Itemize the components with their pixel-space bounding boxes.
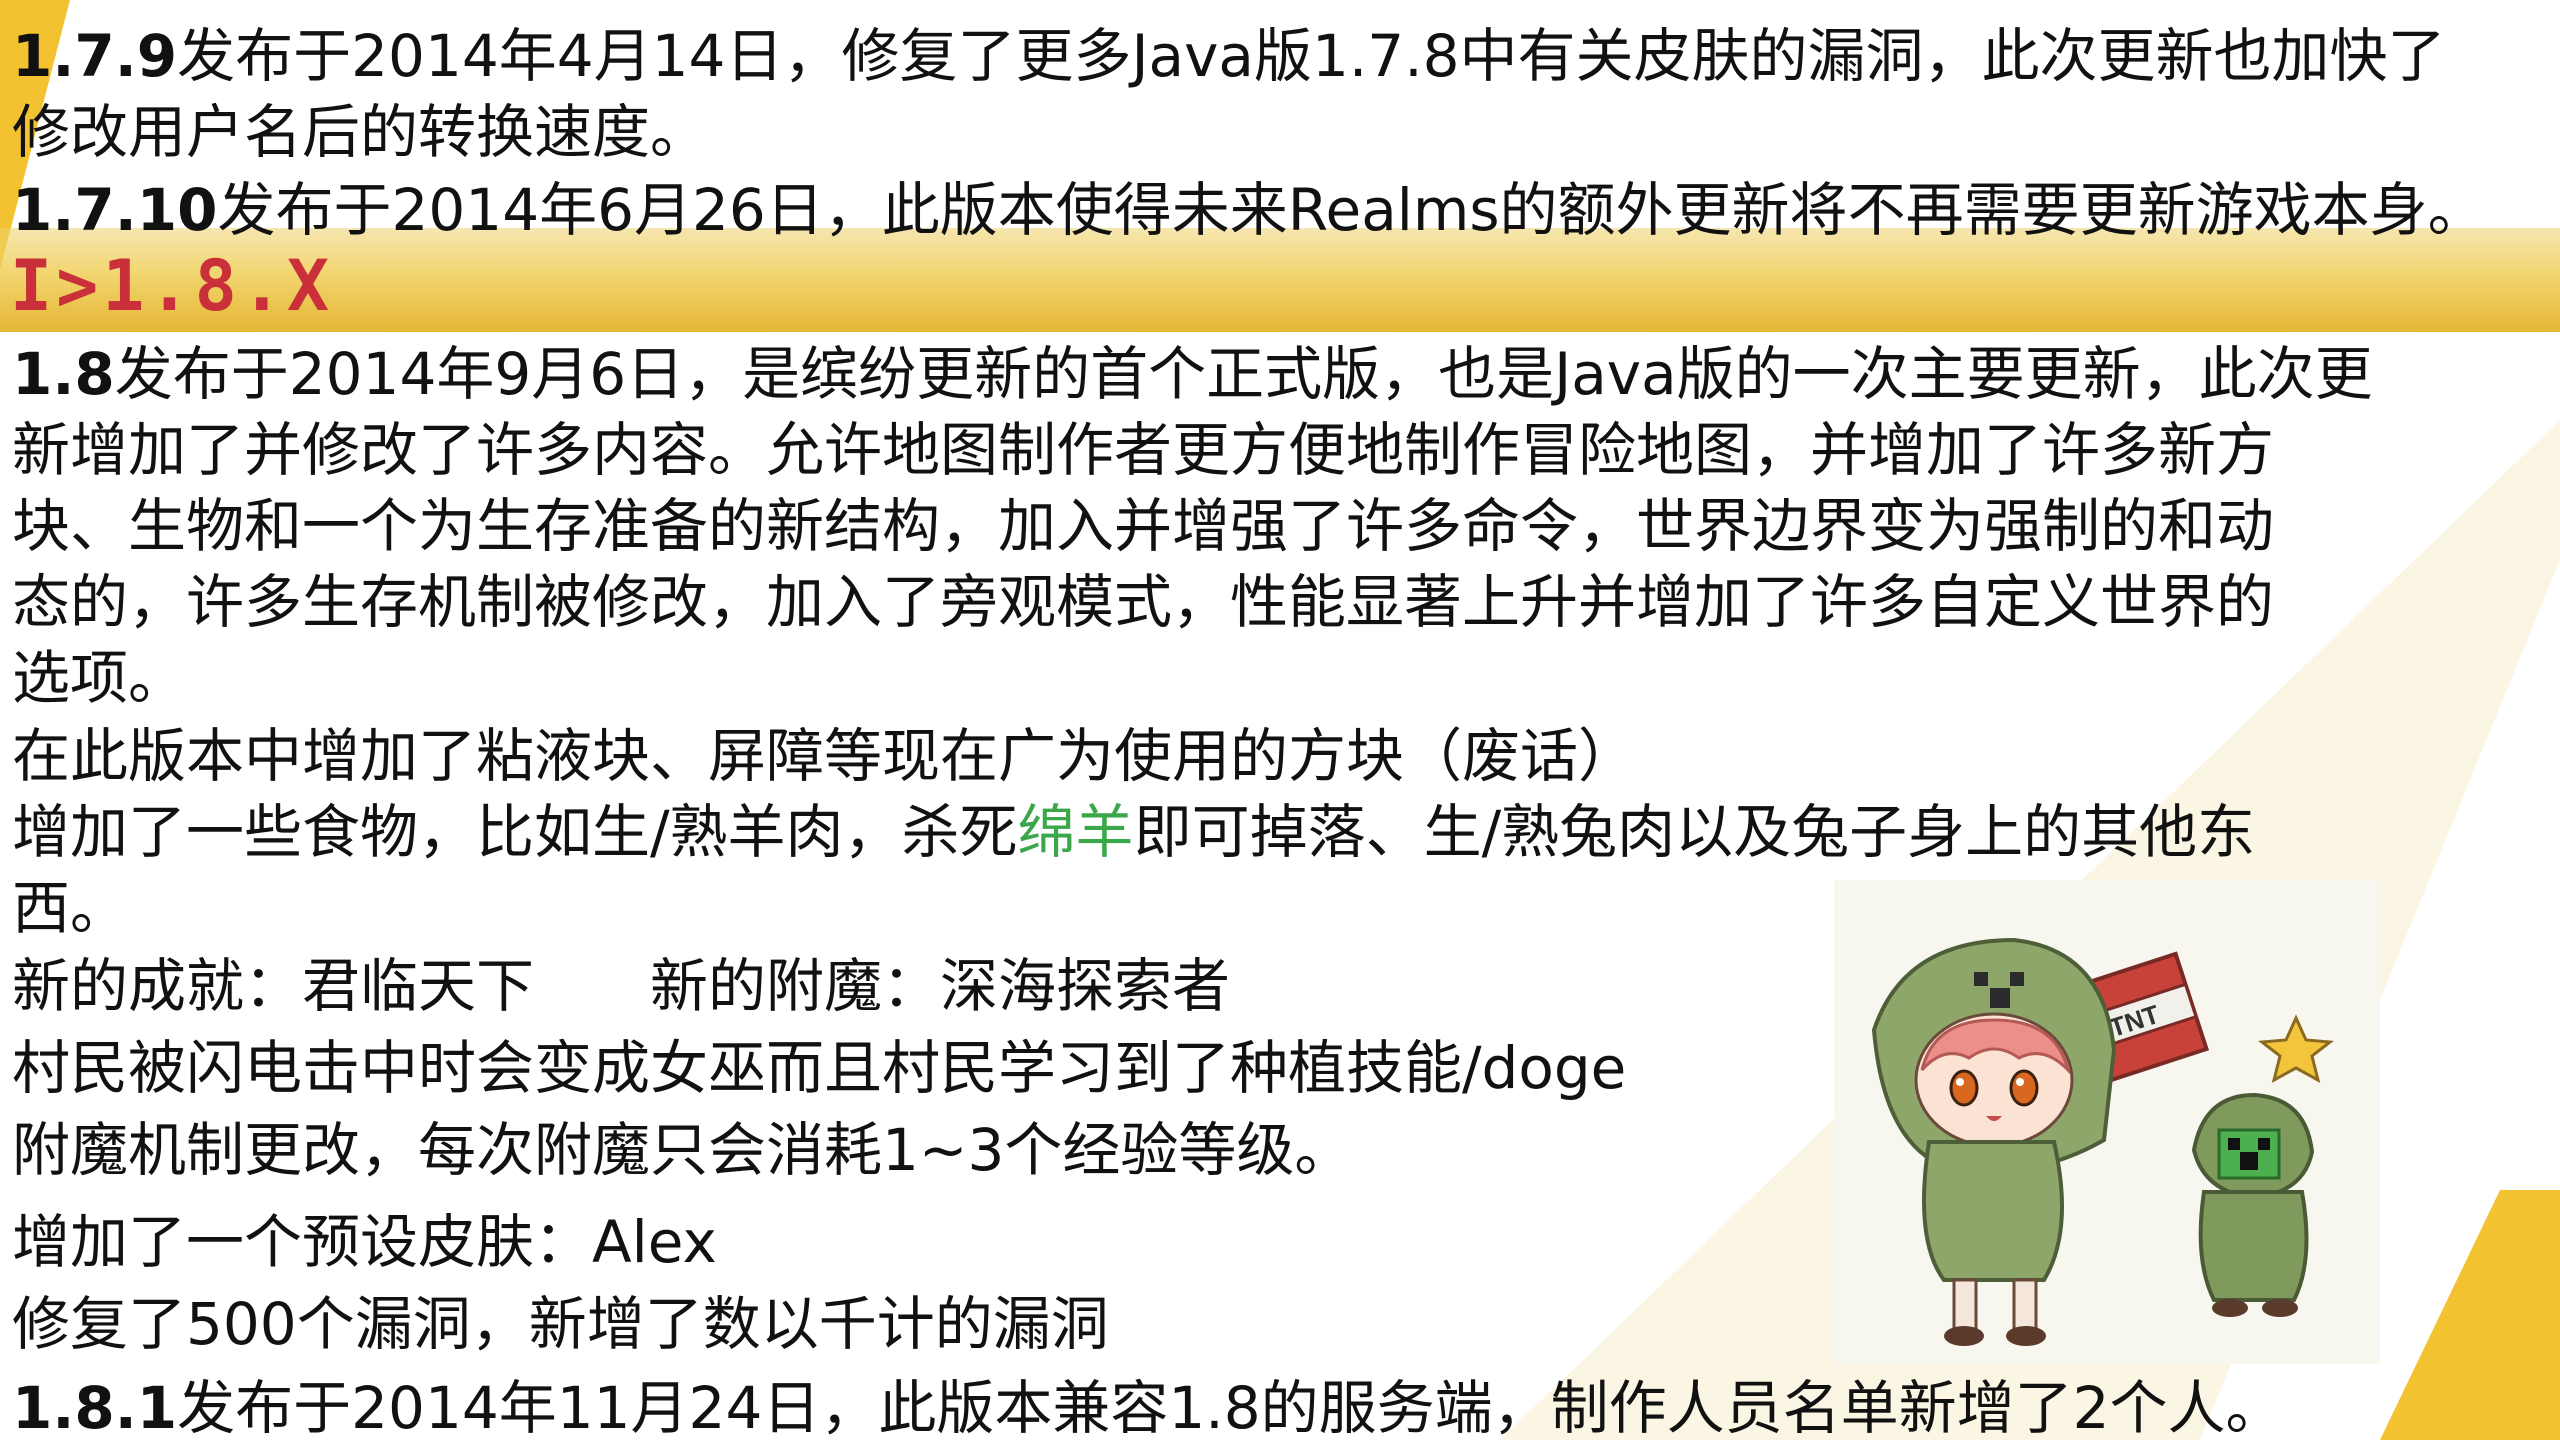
v18-line-5: 选项。 xyxy=(12,644,187,712)
food-text-before: 增加了一些食物，比如生/熟羊肉，杀死 xyxy=(12,798,1018,866)
illustration-drawing: TNT xyxy=(1871,937,2334,1346)
food-line-2: 西。 xyxy=(12,874,129,942)
blocks-line: 在此版本中增加了粘液块、屏障等现在广为使用的方块（废话） xyxy=(12,722,1637,790)
v179-line-1: 1.7.9发布于2014年4月14日，修复了更多Java版1.7.8中有关皮肤的… xyxy=(12,18,2446,94)
achievement-line: 新的成就：君临天下 新的附魔：深海探索者 xyxy=(12,952,1231,1020)
bugs-line: 修复了500个漏洞，新增了数以千计的漏洞 xyxy=(12,1290,1109,1358)
star-icon xyxy=(2258,1014,2334,1083)
v179-text: 发布于2014年4月14日，修复了更多Java版1.7.8中有关皮肤的漏洞，此次… xyxy=(177,22,2446,90)
v179-line-2: 修改用户名后的转换速度。 xyxy=(12,98,709,166)
food-text-after: 即可掉落、生/熟兔肉以及兔子身上的其他东 xyxy=(1133,798,2256,866)
v18-line-3: 块、生物和一个为生存准备的新结构，加入并增强了许多命令，世界边界变为强制的和动 xyxy=(12,492,2275,560)
version-label: 1.7.9 xyxy=(12,22,178,90)
version-label: 1.7.10 xyxy=(12,176,218,244)
version-label: 1.8.1 xyxy=(12,1374,178,1442)
sheep-link[interactable]: 绵羊 xyxy=(1018,798,1134,866)
small-creeper-icon xyxy=(2191,1092,2315,1317)
v1710-line: 1.7.10发布于2014年6月26日，此版本使得未来Realms的额外更新将不… xyxy=(12,172,2486,248)
slide-content: 1.7.9发布于2014年4月14日，修复了更多Java版1.7.8中有关皮肤的… xyxy=(0,0,2560,1442)
skin-line: 增加了一个预设皮肤：Alex xyxy=(12,1208,717,1276)
creeper-girl-icon xyxy=(1871,937,2117,1346)
villager-line: 村民被闪电击中时会变成女巫而且村民学习到了种植技能/doge xyxy=(12,1034,1627,1102)
food-line-1: 增加了一些食物，比如生/熟羊肉，杀死绵羊即可掉落、生/熟兔肉以及兔子身上的其他东 xyxy=(12,794,2255,870)
v18-line-1: 1.8发布于2014年9月6日，是缤纷更新的首个正式版，也是Java版的一次主要… xyxy=(12,336,2373,412)
v18-text: 发布于2014年9月6日，是缤纷更新的首个正式版，也是Java版的一次主要更新，… xyxy=(114,340,2373,408)
enchant-line: 附魔机制更改，每次附魔只会消耗1~3个经验等级。 xyxy=(12,1116,1353,1184)
v181-line: 1.8.1发布于2014年11月24日，此版本兼容1.8的服务端，制作人员名单新… xyxy=(12,1370,2284,1446)
section-heading: I>1.8.X xyxy=(10,245,334,327)
v1710-text: 发布于2014年6月26日，此版本使得未来Realms的额外更新将不再需要更新游… xyxy=(217,176,2486,244)
v18-line-2: 新增加了并修改了许多内容。允许地图制作者更方便地制作冒险地图，并增加了许多新方 xyxy=(12,416,2275,484)
v181-text: 发布于2014年11月24日，此版本兼容1.8的服务端，制作人员名单新增了2个人… xyxy=(177,1374,2284,1442)
creeper-girl-illustration: TNT xyxy=(1834,880,2380,1364)
version-label: 1.8 xyxy=(12,340,115,408)
v18-line-4: 态的，许多生存机制被修改，加入了旁观模式，性能显著上升并增加了许多自定义世界的 xyxy=(12,568,2275,636)
